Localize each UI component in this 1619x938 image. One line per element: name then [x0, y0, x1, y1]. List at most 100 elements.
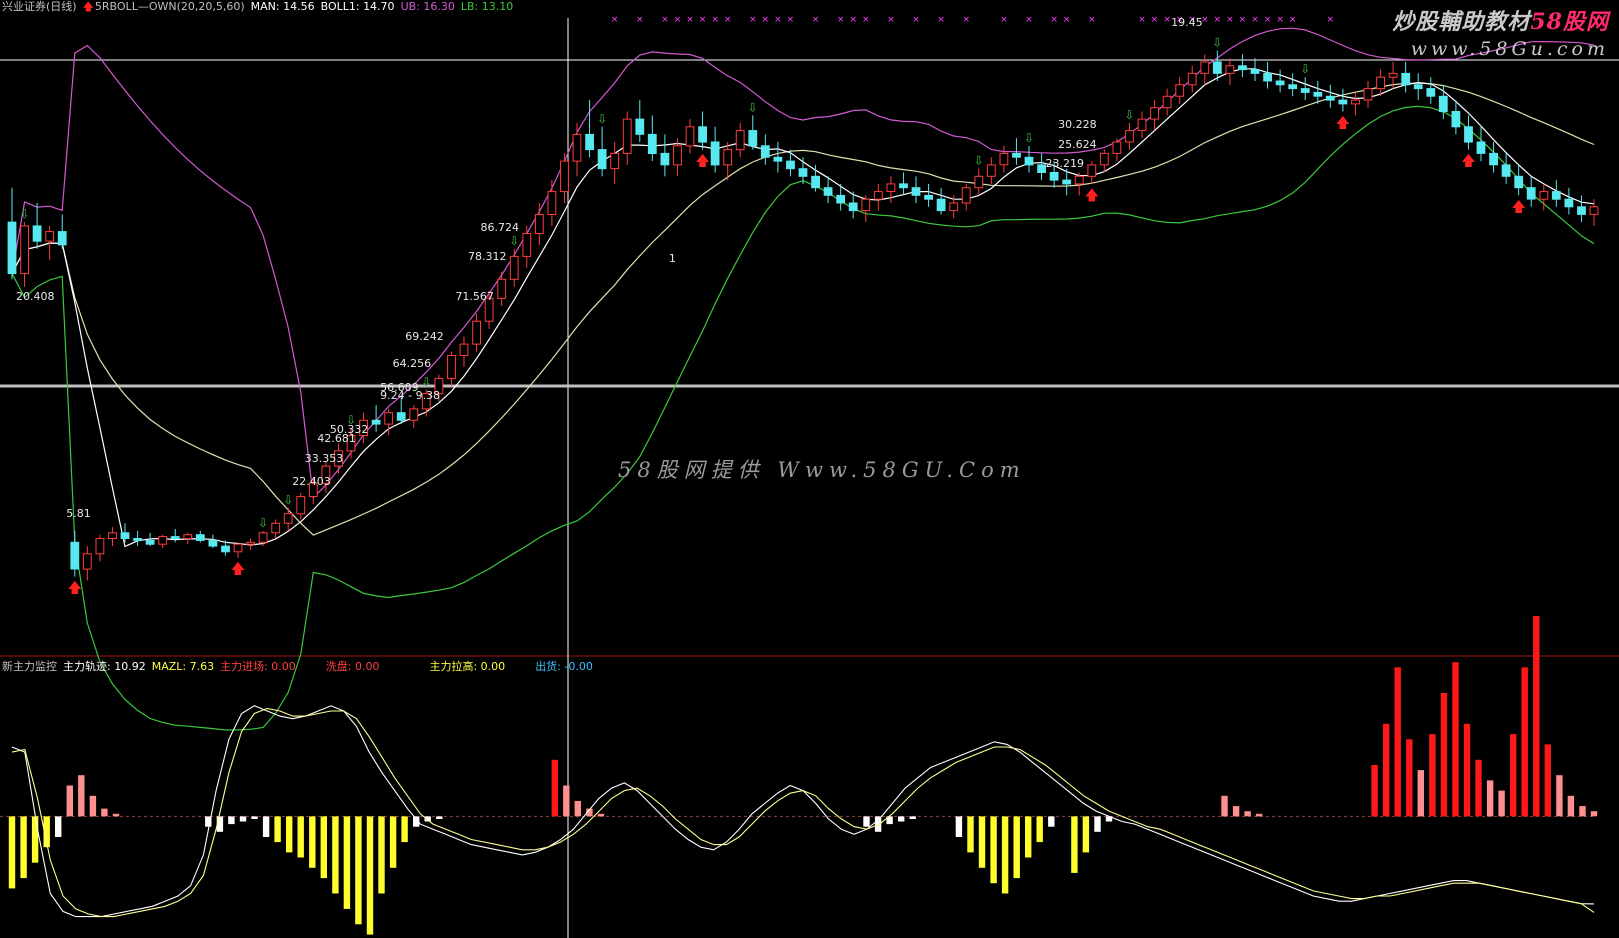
candle-body: [1087, 164, 1097, 177]
negative-bar: [286, 816, 293, 853]
candle-body: [1212, 61, 1222, 74]
candle-body: [1024, 156, 1034, 166]
sell-arrow-icon: ⇩: [1124, 108, 1134, 122]
negative-bar: [389, 816, 397, 868]
candle-body: [195, 534, 205, 541]
price-label: 23.219: [1046, 157, 1085, 170]
sell-arrow-icon: ⇩: [748, 100, 758, 114]
candle-body: [823, 187, 833, 196]
candle-body: [1526, 187, 1536, 200]
candle-body: [610, 152, 620, 170]
candle-body: [861, 198, 871, 212]
boll1-value: BOLL1: 14.70: [320, 0, 395, 13]
x-marker-icon: ×: [812, 15, 820, 25]
candle-body: [70, 541, 80, 570]
negative-bar: [1094, 816, 1101, 832]
candle-body: [660, 152, 670, 166]
candle-body: [1074, 175, 1084, 185]
positive-bar: [1475, 759, 1482, 817]
candle-body: [1489, 152, 1498, 166]
negative-bar: [990, 816, 997, 884]
candle-body: [848, 202, 858, 212]
positive-bar: [89, 795, 97, 817]
x-marker-icon: ×: [1289, 15, 1297, 25]
x-marker-icon: ×: [1151, 15, 1159, 25]
candle-body: [1250, 69, 1260, 74]
candle-body: [170, 536, 180, 539]
candle-body: [673, 145, 682, 166]
negative-bar: [863, 816, 870, 827]
candle-body: [1288, 84, 1298, 90]
price-chart-header: 兴业证券(日线) 🡅5RBOLL—OWN(20,20,5,60) MAN: 14.5…: [2, 0, 519, 13]
candle-body: [1501, 164, 1511, 177]
positive-bar: [563, 785, 570, 817]
negative-bar: [955, 816, 963, 837]
x-marker-icon: ×: [1163, 15, 1171, 25]
signal-markers: 🡅🡅🡅🡅🡅🡅🡅⇩⇩⇩⇩⇩⇩⇩⇩⇩⇩⇩⇩⇩× × × × × × × × × × × × × × × × × × × ×…: [20, 15, 1526, 597]
candle-body: [547, 191, 557, 216]
candle-body: [384, 412, 394, 425]
mazl-line: [11, 707, 1595, 918]
candle-body: [647, 133, 657, 154]
x-marker-icon: ×: [724, 15, 732, 25]
negative-bar: [1082, 816, 1090, 853]
x-marker-icon: ×: [1239, 15, 1247, 25]
negative-bar: [1025, 816, 1032, 858]
x-marker-icon: ×: [674, 15, 682, 25]
price-label: 20.408: [16, 290, 55, 303]
candle-body: [999, 152, 1009, 166]
candle-body: [560, 160, 569, 193]
negative-bar: [228, 816, 235, 825]
positive-bar: [597, 813, 605, 817]
candle-body: [1589, 206, 1599, 215]
track-value: 主力轨迹: 10.92: [63, 660, 146, 673]
positive-bar: [1463, 723, 1471, 817]
ship-value: 出货: -0.00: [535, 660, 593, 673]
x-marker-icon: ×: [1226, 15, 1234, 25]
pullup-value: 主力拉高: 0.00: [429, 660, 506, 673]
watermark-url: www.58Gu.com: [1410, 38, 1609, 60]
candle-body: [585, 133, 595, 151]
negative-bar: [309, 816, 316, 868]
indicator-name[interactable]: 5RBOLL—OWN(20,20,5,60): [95, 0, 245, 13]
negative-bar: [343, 816, 351, 909]
candle-body: [158, 536, 168, 545]
arrow-up-icon: 🡅: [82, 0, 94, 13]
candle-body: [773, 156, 783, 162]
x-marker-icon: ×: [661, 15, 669, 25]
positive-bar: [1383, 723, 1390, 817]
indicator-panel-name[interactable]: 新主力监控: [2, 660, 57, 673]
candle-body: [1551, 191, 1561, 200]
x-marker-icon: ×: [862, 15, 870, 25]
candle-body: [1112, 141, 1122, 154]
candle-body: [1099, 152, 1109, 166]
x-marker-icon: ×: [686, 15, 694, 25]
buy-arrow-icon: 🡅: [68, 581, 82, 597]
candle-body: [1300, 88, 1310, 93]
buy-arrow-icon: 🡅: [1461, 154, 1475, 170]
positive-bar: [1486, 780, 1494, 817]
candle-body: [108, 532, 117, 539]
positive-bar: [1232, 806, 1240, 817]
stock-name[interactable]: 兴业证券(日线): [2, 0, 77, 13]
sell-arrow-icon: ⇩: [1300, 62, 1310, 76]
price-label: 25.624: [1058, 138, 1097, 151]
ub-value: UB: 16.30: [400, 0, 455, 13]
positive-bar: [1521, 667, 1528, 817]
x-marker-icon: ×: [937, 15, 945, 25]
price-label: 22.403: [292, 475, 331, 488]
candle-body: [1363, 88, 1373, 101]
positive-bar: [66, 785, 73, 817]
candle-body: [1451, 111, 1461, 128]
buy-arrow-icon: 🡅: [1511, 199, 1525, 215]
positive-bar: [1406, 739, 1413, 817]
x-marker-icon: ×: [1251, 15, 1259, 25]
candle-body: [1413, 84, 1423, 90]
price-label: 1: [669, 252, 676, 265]
candle-body: [534, 213, 544, 234]
price-label: 71.567: [455, 290, 494, 303]
buy-arrow-icon: 🡅: [695, 154, 709, 170]
candle-body: [472, 320, 482, 345]
candle-body: [1325, 95, 1335, 101]
negative-bar: [31, 816, 39, 863]
